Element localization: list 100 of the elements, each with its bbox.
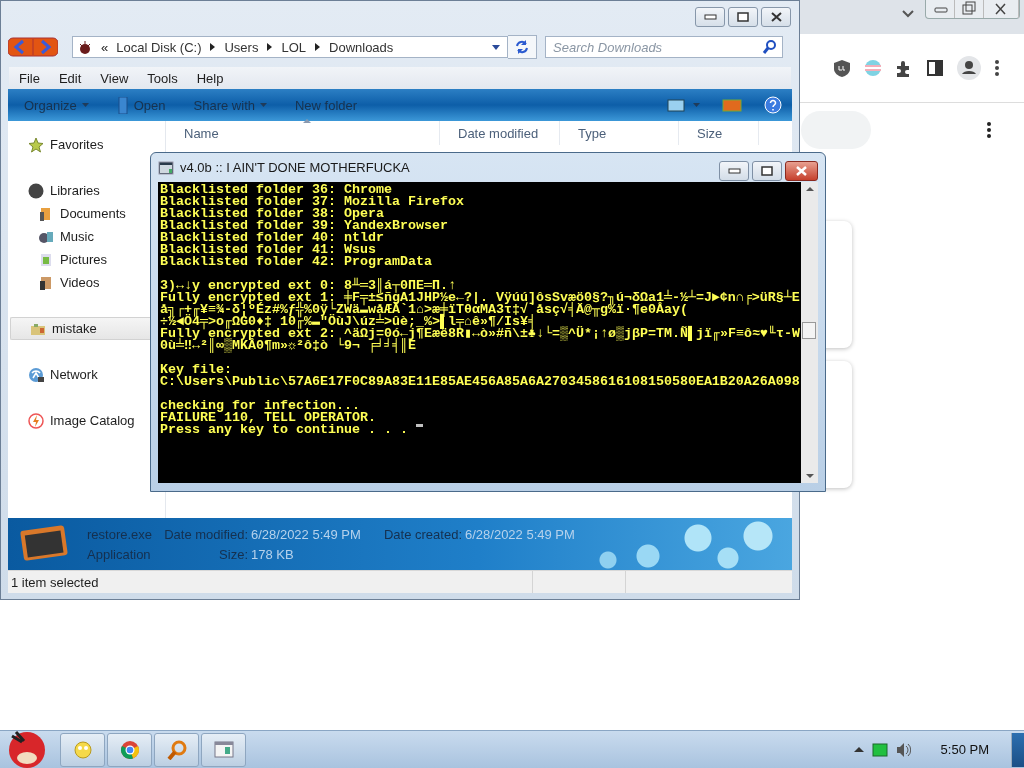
minimize-button[interactable] [719,161,749,181]
console-line: Blacklisted folder 36: Chrome [160,184,392,196]
globe-icon [28,366,44,383]
show-hidden-icon[interactable] [853,746,864,753]
console-line: Blacklisted folder 38: Opera [160,208,384,220]
sidebar-item[interactable]: Network [8,363,102,386]
side-panel-icon[interactable] [926,59,944,77]
menu-item[interactable]: View [90,70,138,86]
console-line: FAILURE 110, TELL OPERATOR. [160,412,377,424]
window-icon [213,739,234,760]
chrome-icon [119,739,140,760]
sidebar-item[interactable]: mistake [10,317,150,340]
star-icon [28,136,44,153]
menu-item[interactable]: Help [186,70,233,86]
console-line: Press any key to continue . . . [160,424,408,436]
scroll-thumb[interactable] [802,322,816,339]
file-type: Application [87,546,152,562]
circle-icon [28,182,44,199]
sidebar-item[interactable]: Favorites [8,133,108,156]
refresh-icon [514,39,530,55]
avatar-icon[interactable] [957,56,981,80]
smiley-icon [71,738,94,761]
breadcrumb[interactable]: Downloads [329,39,394,55]
console-line: Blacklisted folder 42: ProgramData [160,256,433,268]
refresh-button[interactable] [508,35,537,59]
field-value: 178 KB [251,546,295,562]
search-icon[interactable] [762,40,776,54]
dropdown-icon[interactable] [491,43,501,51]
column-header[interactable]: Date modified [440,121,560,145]
column-header[interactable]: Size [679,121,759,145]
column-header[interactable]: Type [560,121,679,145]
menu-item[interactable]: Edit [48,70,91,86]
console-line: Blacklisted folder 41: Wsus [160,244,376,256]
minimize-button[interactable] [695,7,725,27]
maximize-button[interactable] [752,161,782,181]
scroll-up-icon[interactable] [805,186,814,192]
caret-icon[interactable] [266,42,274,52]
status-text: 1 item selected [10,574,100,590]
speaker-icon[interactable] [895,741,911,758]
monitor-icon[interactable] [871,742,888,757]
taskbar-button[interactable] [201,732,246,767]
menu-icon[interactable] [994,59,1000,77]
sort-icon [303,119,311,123]
field-value: 6/28/2022 5:49 PM [465,526,575,542]
caret-icon[interactable] [209,42,217,52]
breadcrumb[interactable]: Users [224,39,259,55]
close-button[interactable] [761,7,791,27]
help-icon[interactable] [764,96,782,114]
clock[interactable]: 5:50 PM [940,742,989,757]
field-label: Size: [218,546,248,562]
search-box[interactable]: Search Downloads [545,36,783,58]
menu-item[interactable]: Tools [137,70,187,86]
address-bar[interactable]: « Local Disk (C:) Users LOL Downloads [72,36,508,58]
field-label: Date created: [382,526,462,542]
sidebar-item[interactable]: Image Catalog [8,409,139,432]
sidebar-item[interactable]: Libraries [8,179,104,202]
breadcrumb[interactable]: Local Disk (C:) [116,39,202,55]
minimize-icon [703,14,717,20]
console-line: Key file: [160,364,232,376]
console-line: checking for infection... [160,400,360,412]
maximize-button[interactable] [728,7,758,27]
lightning-icon [28,412,44,429]
view-icon[interactable] [667,98,685,112]
magnifier-icon [166,739,187,760]
bug-icon [77,39,93,55]
window-title: v4.0b :: I AIN'T DONE MOTHERFUCKA [180,160,411,175]
close-icon [795,165,808,177]
overflow-mark[interactable]: « [101,39,109,55]
maximize-icon [737,12,749,22]
console-icon [158,159,174,176]
console-line: Blacklisted folder 40: ntldr [160,232,385,244]
scrollbar[interactable] [801,182,818,483]
file-name: restore.exe [87,526,154,542]
close-button[interactable] [785,161,818,181]
console-line: Blacklisted folder 37: Mozilla Firefox [160,196,465,208]
sidebar-item[interactable]: Documents [8,202,130,225]
show-desktop-button[interactable] [1011,732,1024,767]
sidebar-item[interactable]: Music [8,225,98,248]
search-field[interactable]: Search Downloads [553,39,762,55]
minimize-icon [727,168,741,174]
scroll-down-icon[interactable] [805,473,814,479]
field-label: Date modified: [163,526,248,542]
videos-icon [38,274,54,291]
menu-item[interactable]: File [9,70,49,86]
sidebar-item[interactable]: Pictures [8,248,111,271]
field-value: 6/28/2022 5:49 PM [251,526,362,542]
door-icon [116,96,129,114]
taskbar-button[interactable] [154,732,199,767]
text-cursor [415,424,423,427]
shield-icon[interactable] [833,58,851,78]
close-icon [769,11,783,23]
taskbar-button[interactable] [107,732,152,767]
console-line: Blacklisted folder 39: YandexBrowser [160,220,449,232]
sidebar-item[interactable]: Videos [8,271,104,294]
more-icon[interactable] [986,121,992,139]
maximize-icon [761,166,773,176]
caret-icon[interactable] [314,42,321,52]
breadcrumb[interactable]: LOL [281,39,306,55]
pictures-icon [38,251,54,268]
back-forward-icon[interactable] [8,37,58,57]
